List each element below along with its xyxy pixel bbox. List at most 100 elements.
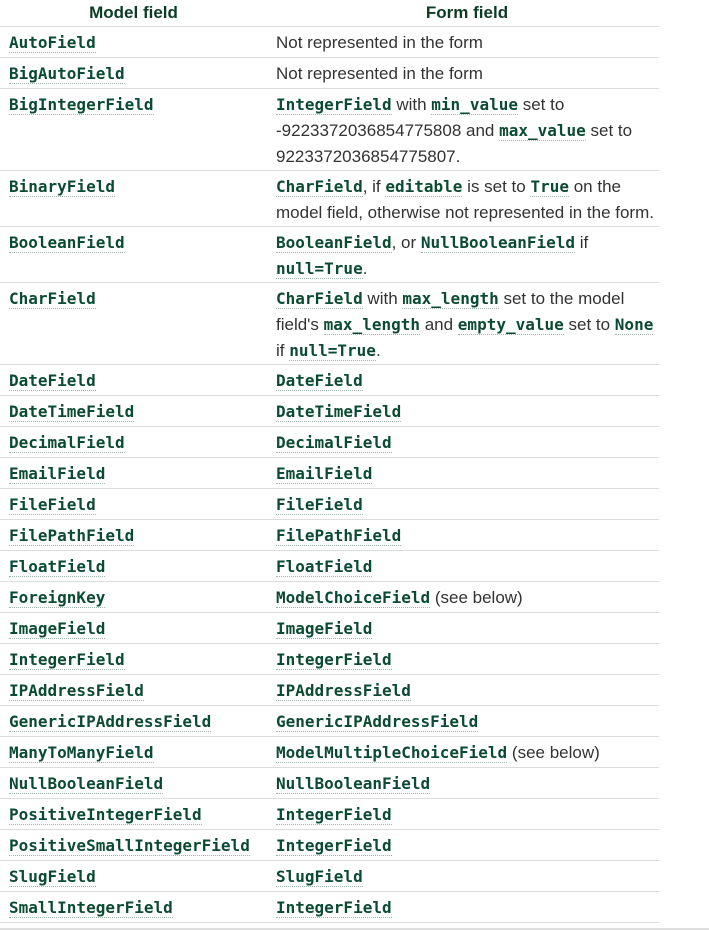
form-field-code[interactable]: NullBooleanField [276, 774, 431, 794]
model-field-cell: EmailField [0, 457, 275, 489]
form-field-code[interactable]: null=True [276, 259, 363, 279]
model-field-cell: FloatField [0, 550, 275, 582]
form-field-code[interactable]: GenericIPAddressField [276, 712, 479, 732]
model-field-cell: BooleanField [0, 226, 275, 283]
form-field-code[interactable]: EmailField [276, 464, 373, 484]
model-field-name[interactable]: DecimalField [9, 433, 125, 453]
model-field-name[interactable]: ImageField [9, 619, 106, 639]
form-field-code[interactable]: None [614, 315, 654, 335]
form-field-code[interactable]: SlugField [276, 867, 363, 887]
form-field-cell: ModelMultipleChoiceField (see below) [275, 736, 659, 768]
form-field-code[interactable]: editable [385, 177, 463, 197]
model-field-name[interactable]: ForeignKey [9, 588, 106, 608]
form-field-code[interactable]: null=True [289, 341, 376, 361]
model-field-cell: FilePathField [0, 519, 275, 551]
table-row: ImageField ImageField [0, 612, 659, 644]
model-field-name[interactable]: SmallIntegerField [9, 898, 173, 918]
model-field-name[interactable]: BigIntegerField [9, 95, 154, 115]
form-field-code[interactable]: DateField [276, 371, 363, 391]
model-field-name[interactable]: FilePathField [9, 526, 135, 546]
form-field-cell: GenericIPAddressField [275, 705, 659, 737]
model-field-name[interactable]: PositiveSmallIntegerField [9, 836, 250, 856]
model-field-cell: CharField [0, 282, 275, 365]
model-field-cell: GenericIPAddressField [0, 705, 275, 737]
model-field-cell: AutoField [0, 26, 275, 58]
model-field-cell: ImageField [0, 612, 275, 644]
form-field-description: if [575, 233, 589, 252]
form-field-cell: DateField [275, 364, 659, 396]
form-field-cell: Not represented in the form [275, 57, 659, 89]
form-field-code[interactable]: ImageField [276, 619, 373, 639]
form-field-code[interactable]: FilePathField [276, 526, 402, 546]
model-field-name[interactable]: GenericIPAddressField [9, 712, 212, 732]
header-form-field: Form field [275, 0, 659, 27]
model-field-name[interactable]: DateTimeField [9, 402, 135, 422]
table-row: ManyToManyField ModelMultipleChoiceField … [0, 736, 659, 768]
model-field-name[interactable]: NullBooleanField [9, 774, 164, 794]
form-field-cell: ModelChoiceField (see below) [275, 581, 659, 613]
form-field-code[interactable]: DecimalField [276, 433, 392, 453]
form-field-code[interactable]: BooleanField [276, 233, 392, 253]
form-field-code[interactable]: True [530, 177, 569, 197]
form-field-code[interactable]: IntegerField [276, 898, 392, 918]
form-field-code[interactable]: ModelMultipleChoiceField [276, 743, 508, 763]
form-field-cell: DateTimeField [275, 395, 659, 427]
form-field-code[interactable]: max_length [402, 289, 499, 309]
model-field-name[interactable]: BinaryField [9, 177, 115, 197]
form-field-code[interactable]: min_value [431, 95, 518, 115]
model-field-name[interactable]: EmailField [9, 464, 106, 484]
table-row: IntegerField IntegerField [0, 643, 659, 675]
form-field-code[interactable]: CharField [276, 289, 363, 309]
model-field-name[interactable]: FileField [9, 495, 96, 515]
model-field-cell: IntegerField [0, 643, 275, 675]
model-field-name[interactable]: SlugField [9, 867, 96, 887]
form-field-code[interactable]: max_length [323, 315, 420, 335]
table-row: DecimalField DecimalField [0, 426, 659, 458]
model-field-name[interactable]: AutoField [9, 33, 96, 53]
form-field-code[interactable]: max_value [499, 121, 586, 141]
model-field-cell: BigAutoField [0, 57, 275, 89]
form-field-description: Not represented in the form [276, 33, 483, 52]
model-field-name[interactable]: PositiveIntegerField [9, 805, 202, 825]
form-field-cell: IntegerField [275, 891, 659, 923]
form-field-cell: NullBooleanField [275, 767, 659, 799]
form-field-code[interactable]: NullBooleanField [420, 233, 576, 253]
field-mapping-table: Model field Form field AutoField Not repr… [0, 0, 659, 923]
model-field-name[interactable]: ManyToManyField [9, 743, 154, 763]
header-model-field: Model field [0, 0, 275, 27]
form-field-code[interactable]: ModelChoiceField [276, 588, 431, 608]
model-field-name[interactable]: BigAutoField [9, 64, 125, 84]
form-field-description: and [419, 315, 458, 334]
form-field-code[interactable]: FloatField [276, 557, 373, 577]
form-field-description: , if [362, 177, 386, 196]
form-field-code[interactable]: IntegerField [276, 95, 392, 115]
form-field-cell: CharField with max_length set to the mod… [275, 282, 659, 365]
model-field-name[interactable]: CharField [9, 289, 96, 309]
model-field-name[interactable]: DateField [9, 371, 96, 391]
form-field-code[interactable]: FileField [276, 495, 363, 515]
form-field-cell: CharField, if editable is set to True on… [275, 170, 659, 227]
table-row: FileField FileField [0, 488, 659, 520]
model-field-name[interactable]: IPAddressField [9, 681, 144, 701]
table-row: CharField CharField with max_length set t… [0, 282, 659, 365]
model-field-name[interactable]: BooleanField [9, 233, 125, 253]
form-field-code[interactable]: DateTimeField [276, 402, 402, 422]
table-row: BigIntegerField IntegerField with min_val… [0, 88, 659, 171]
model-field-name[interactable]: IntegerField [9, 650, 125, 670]
form-field-description: is set to [462, 177, 531, 196]
form-field-code[interactable]: IntegerField [276, 836, 392, 856]
table-row: BooleanField BooleanField, or NullBoolean… [0, 226, 659, 283]
form-field-code[interactable]: empty_value [457, 315, 564, 335]
form-field-cell: IntegerField with min_value set to -9223… [275, 88, 659, 171]
form-field-code[interactable]: IntegerField [276, 650, 392, 670]
form-field-code[interactable]: IntegerField [276, 805, 392, 825]
form-field-cell: FloatField [275, 550, 659, 582]
form-field-code[interactable]: IPAddressField [276, 681, 411, 701]
form-field-cell: EmailField [275, 457, 659, 489]
form-field-code[interactable]: CharField [276, 177, 363, 197]
model-field-name[interactable]: FloatField [9, 557, 106, 577]
table-row: GenericIPAddressField GenericIPAddressFie… [0, 705, 659, 737]
form-field-cell: BooleanField, or NullBooleanField if nul… [275, 226, 659, 283]
form-field-cell: SlugField [275, 860, 659, 892]
form-field-description: (see below) [507, 743, 600, 762]
